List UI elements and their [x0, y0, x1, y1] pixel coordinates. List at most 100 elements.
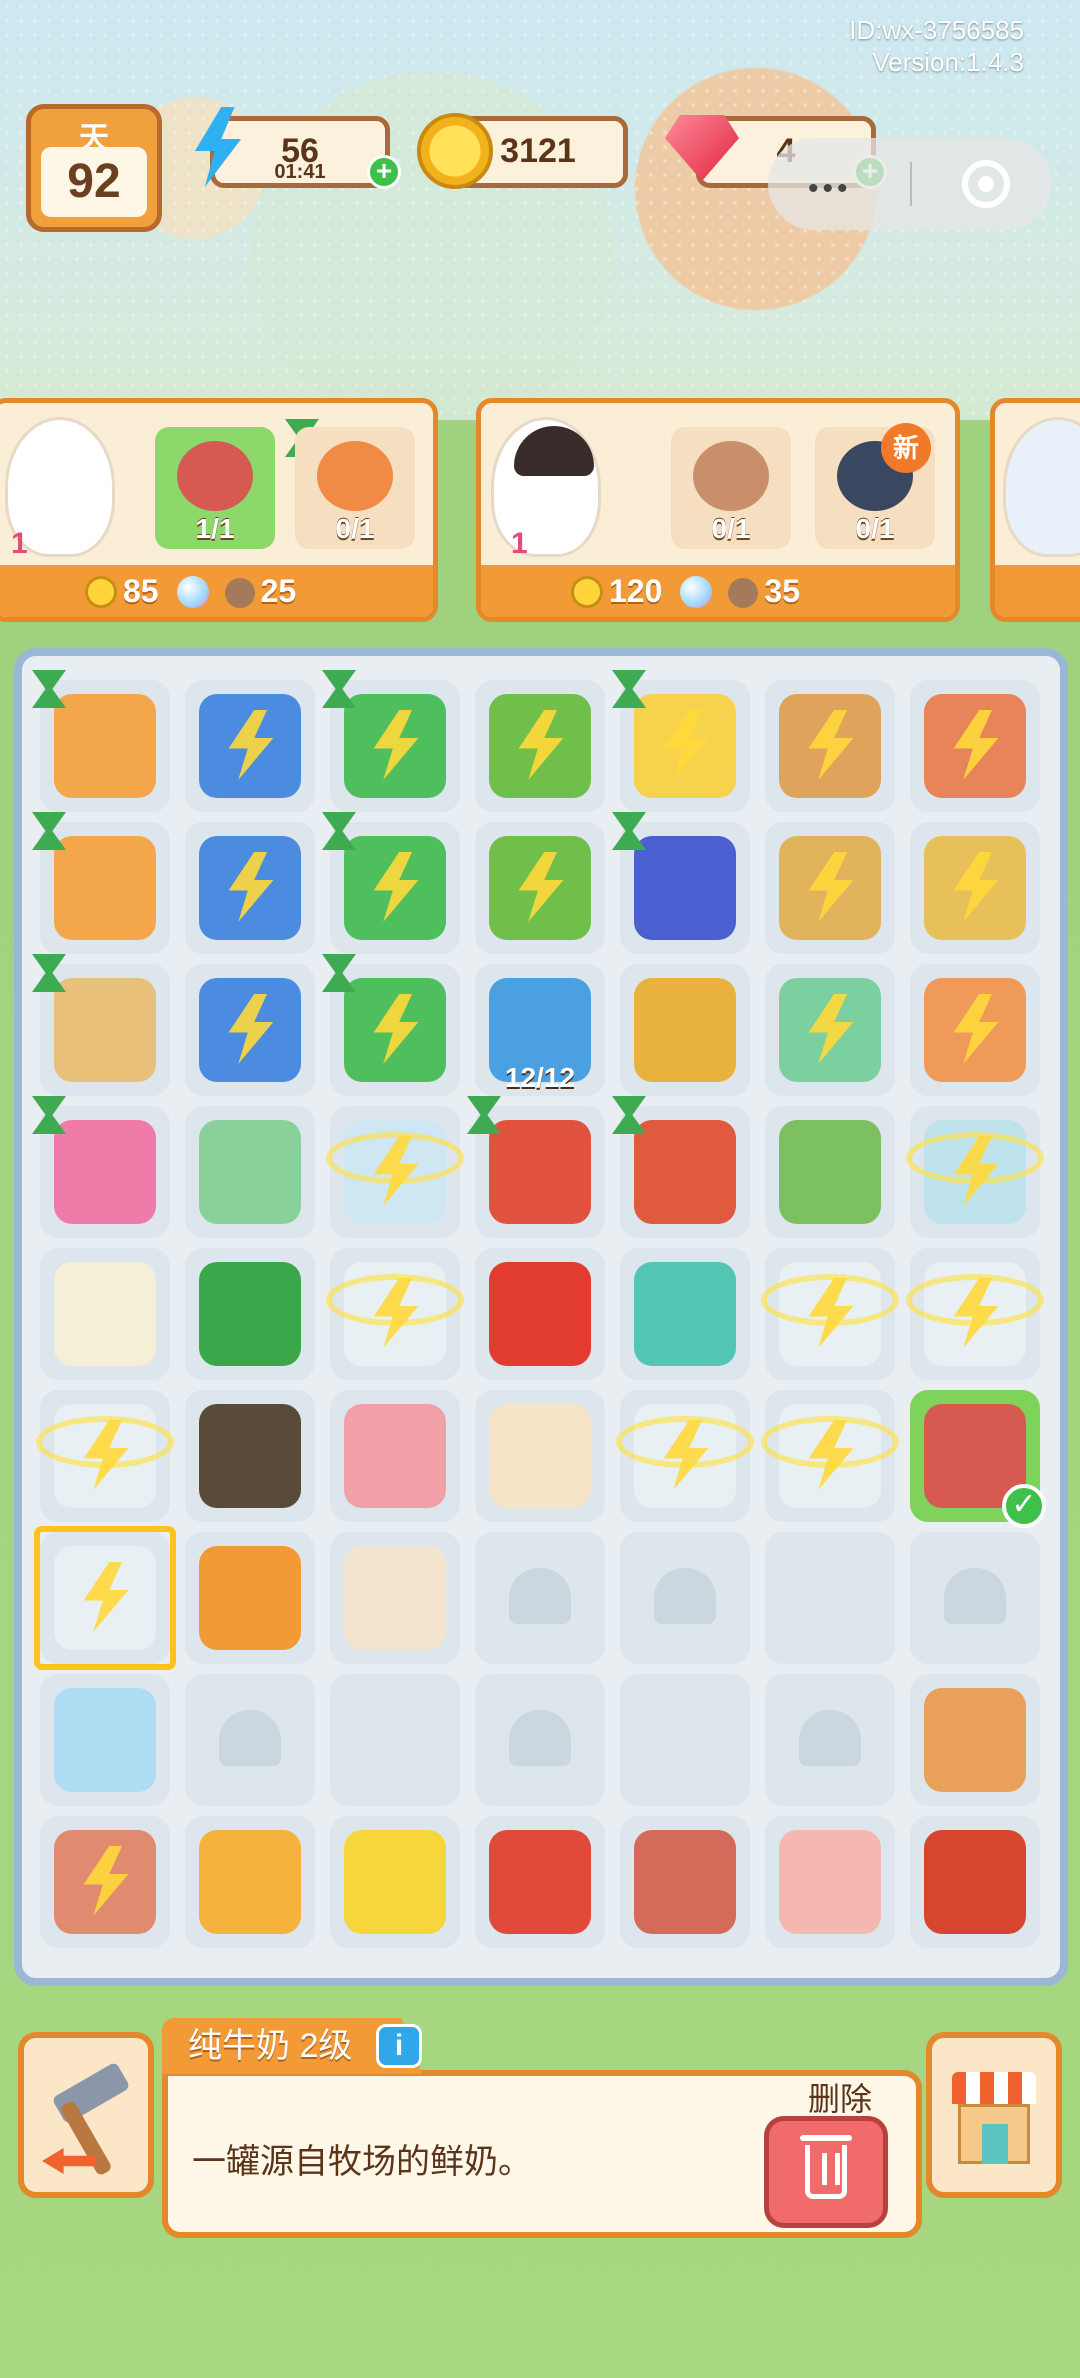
board-cell-soda-can[interactable]	[185, 1248, 315, 1380]
reward-coins: 85	[123, 573, 159, 609]
board-cell-meat-display[interactable]	[40, 1816, 170, 1948]
order-item-slot[interactable]: 0/1	[295, 427, 415, 549]
board-cell-fryer[interactable]	[185, 964, 315, 1096]
board-cell-lasso[interactable]	[910, 822, 1040, 954]
board-cell-crab[interactable]	[620, 1248, 750, 1380]
board-cell-fryer[interactable]	[185, 822, 315, 954]
board-cell-glass-jar[interactable]	[34, 1526, 176, 1670]
board-cell-fryer[interactable]	[185, 680, 315, 812]
order-item-slot[interactable]: 0/1	[671, 427, 791, 549]
board-cell-baking-tray[interactable]	[612, 1096, 750, 1238]
soda-can-icon	[199, 1262, 301, 1366]
board-cell-empty[interactable]	[475, 1674, 605, 1806]
board-cell-empty[interactable]	[330, 1674, 460, 1806]
order-card-1[interactable]: 1 1/1 0/1 85 25	[0, 398, 438, 622]
crab-dish-icon	[317, 441, 393, 511]
board-cell-apples[interactable]	[475, 1816, 605, 1948]
board-cell-microwave[interactable]	[32, 1096, 170, 1238]
coin-icon	[85, 576, 117, 608]
board-cell-ham[interactable]	[620, 1816, 750, 1948]
order-item-count: 0/1	[335, 513, 375, 544]
board-cell-shelf[interactable]	[765, 680, 895, 812]
food-crate-icon	[634, 978, 736, 1082]
board-cell-salad-basket[interactable]	[475, 822, 605, 954]
board-cell-teapot-dish[interactable]: ✓	[910, 1390, 1046, 1528]
coin-icon	[417, 113, 493, 189]
item-info-panel: 一罐源自牧场的鲜奶。 删除 纯牛奶 2级 i	[162, 2018, 922, 2238]
board-cell-scallions[interactable]	[765, 1106, 895, 1238]
board-cell-peanuts[interactable]	[910, 1674, 1040, 1806]
board-cell-empty[interactable]	[475, 1532, 605, 1664]
reward-bag: 35	[764, 573, 800, 609]
board-cell-cooking-pot[interactable]	[467, 1096, 605, 1238]
delete-button[interactable]	[764, 2116, 888, 2228]
board-cell-custard-bowl[interactable]	[185, 1816, 315, 1948]
meat-plate-icon	[693, 441, 769, 511]
board-cell-cutting-station[interactable]	[32, 670, 170, 812]
stock-label: 12/12	[504, 1062, 576, 1093]
board-cell-stove[interactable]	[322, 954, 460, 1096]
add-energy-button[interactable]: +	[367, 155, 401, 189]
board-cell-coffee-mug[interactable]	[475, 1390, 605, 1522]
board-cell-glass-jar[interactable]	[616, 1390, 754, 1522]
order-item-count: 0/1	[855, 513, 895, 544]
board-cell-glass-jar[interactable]	[761, 1390, 899, 1522]
board-cell-ice-crate[interactable]	[765, 964, 895, 1096]
board-cell-meatballs[interactable]	[910, 1816, 1040, 1948]
board-cell-espresso[interactable]	[330, 1532, 460, 1664]
board-cell-glass-jar[interactable]	[906, 1106, 1044, 1238]
board-cell-coffee-cup[interactable]	[185, 1532, 315, 1664]
day-counter: 天 92	[26, 104, 162, 232]
hammer-tool-button[interactable]	[18, 2032, 154, 2198]
hourglass-icon	[612, 812, 646, 850]
shop-button[interactable]	[926, 2032, 1062, 2198]
info-button[interactable]: i	[376, 2024, 422, 2068]
board-cell-veggie-basket[interactable]	[475, 680, 605, 812]
board-cell-butcher-station[interactable]	[32, 812, 170, 954]
board-cell-sliced-ham[interactable]	[765, 1816, 895, 1948]
order-card-2[interactable]: 1 0/1 0/1 新 120 35	[476, 398, 960, 622]
board-cell-tuba[interactable]	[910, 964, 1040, 1096]
board-cell-tool-rack[interactable]	[910, 680, 1040, 812]
board-cell-empty[interactable]	[620, 1532, 750, 1664]
board-cell-stove[interactable]	[322, 812, 460, 954]
board-cell-empty[interactable]	[620, 1674, 750, 1806]
board-cell-ice-cube[interactable]	[40, 1674, 170, 1806]
day-number: 92	[41, 147, 147, 217]
order-item-slot[interactable]: 0/1 新	[815, 423, 935, 549]
order-reward	[995, 565, 1080, 617]
board-cell-glass-jar[interactable]	[761, 1248, 899, 1380]
shop-door	[982, 2124, 1008, 2164]
board-cell-glass-jar[interactable]	[36, 1390, 174, 1522]
board-cell-storage-jar[interactable]	[185, 1106, 315, 1238]
board-cell-knife-board[interactable]	[32, 954, 170, 1096]
new-badge: 新	[881, 423, 931, 473]
board-cell-empty[interactable]	[765, 1532, 895, 1664]
board-cell-eel[interactable]	[185, 1390, 315, 1522]
board-cell-lemon[interactable]	[330, 1816, 460, 1948]
more-dots-icon[interactable]: •••	[808, 172, 852, 206]
order-card-3[interactable]	[990, 398, 1080, 622]
board-cell-milk-bottle[interactable]	[40, 1248, 170, 1380]
scallions-icon	[779, 1120, 881, 1224]
merge-board: 12/12 ✓	[14, 648, 1068, 1986]
coin-icon	[571, 576, 603, 608]
energy-display[interactable]: 56 01:41 +	[194, 107, 401, 189]
board-cell-tomato[interactable]	[475, 1248, 605, 1380]
board-cell-food-crate[interactable]	[620, 964, 750, 1096]
board-cell-stove[interactable]	[322, 670, 460, 812]
board-cell-empty[interactable]	[765, 1674, 895, 1806]
target-ring-icon[interactable]	[962, 160, 1010, 208]
board-cell-glass-jar[interactable]	[326, 1248, 464, 1380]
board-cell-empty[interactable]	[910, 1532, 1040, 1664]
board-cell-fridge[interactable]: 12/12	[475, 964, 605, 1096]
board-cell-blender[interactable]	[612, 670, 750, 812]
user-id: ID:wx-3756585	[849, 15, 1024, 45]
board-cell-grill-machine[interactable]	[612, 812, 750, 954]
board-cell-squid[interactable]	[330, 1390, 460, 1522]
board-cell-empty[interactable]	[185, 1674, 315, 1806]
board-cell-bread-basket[interactable]	[765, 822, 895, 954]
order-item-slot[interactable]: 1/1	[155, 427, 275, 549]
board-cell-glass-jar[interactable]	[906, 1248, 1044, 1380]
board-cell-glass-jar[interactable]	[326, 1106, 464, 1238]
